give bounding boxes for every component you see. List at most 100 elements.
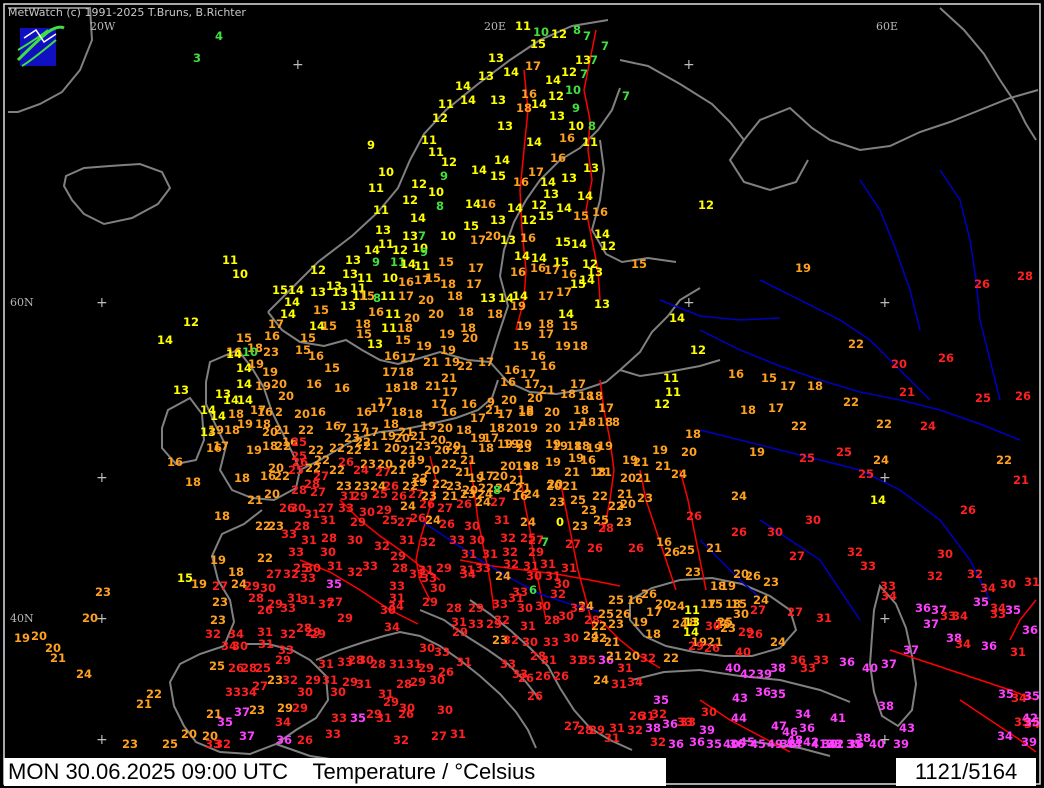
temperature-value: 26 [938, 351, 955, 365]
temperature-value: 7 [622, 89, 631, 103]
temperature-value: 21 [706, 541, 723, 555]
temperature-value: 19 [246, 443, 263, 457]
temperature-value: 32 [393, 733, 410, 747]
temperature-value: 19 [597, 439, 614, 453]
graticule-cross: + [683, 57, 695, 73]
temperature-value: 30 [733, 607, 750, 621]
temperature-value: 15 [573, 209, 590, 223]
temperature-value: 14 [494, 153, 511, 167]
temperature-value: 11 [515, 19, 532, 33]
temperature-value: 33 [225, 685, 242, 699]
temperature-value: 20 [262, 425, 279, 439]
temperature-value: 8 [573, 23, 582, 37]
temperature-value: 7 [580, 67, 589, 81]
temperature-value: 28 [291, 483, 308, 497]
temperature-value: 16 [310, 405, 327, 419]
status-bar-left: MON 30.06.2025 09:00 UTC Temperature / °… [4, 758, 666, 786]
temperature-value: 14 [545, 73, 562, 87]
temperature-value: 21 [633, 455, 650, 469]
temperature-value: 30 [805, 513, 822, 527]
temperature-value: 21 [899, 385, 916, 399]
temperature-value: 37 [923, 617, 940, 631]
temperature-value: 24 [669, 599, 686, 613]
temperature-value: 33 [826, 737, 843, 751]
temperature-value: 19 [510, 299, 527, 313]
temperature-value: 9 [367, 138, 376, 152]
temperature-value: 22 [274, 469, 291, 483]
temperature-value: 18 [572, 339, 589, 353]
temperature-value: 30 [526, 569, 543, 583]
temperature-value: 21 [390, 463, 407, 477]
lat-label-40n: 40N [10, 612, 34, 625]
temperature-value: 19 [416, 339, 433, 353]
temperature-value: 28 [598, 521, 615, 535]
temperature-value: 33 [475, 561, 492, 575]
temperature-value: 16 [334, 381, 351, 395]
temperature-value: 20 [278, 389, 295, 403]
temperature-value: 26 [297, 733, 314, 747]
temperature-value: 15 [463, 219, 480, 233]
temperature-value: 23 [415, 439, 432, 453]
temperature-value: 25 [291, 435, 308, 449]
temperature-value: 11 [373, 203, 390, 217]
temperature-value: 9 [572, 101, 581, 115]
temperature-value: 20 [501, 393, 518, 407]
temperature-value: 26 [553, 669, 570, 683]
temperature-value: 14 [669, 311, 686, 325]
temperature-value: 12 [600, 239, 617, 253]
temperature-value: 29 [337, 611, 354, 625]
temperature-value: 26 [1015, 389, 1032, 403]
temperature-value: 26 [974, 277, 991, 291]
temperature-value: 19 [439, 327, 456, 341]
temperature-value: 29 [452, 625, 469, 639]
temperature-value: 37 [234, 705, 251, 719]
temperature-value: 16 [384, 349, 401, 363]
temperature-value: 26 [664, 545, 681, 559]
coast-kola [619, 59, 1039, 152]
temperature-value: 20 [462, 331, 479, 345]
status-datetime: MON 30.06.2025 09:00 UTC [8, 759, 289, 784]
temperature-value: 31 [482, 547, 499, 561]
temperature-value: 25 [209, 659, 226, 673]
temperature-value: 19 [720, 579, 737, 593]
temperature-value: 13 [342, 267, 359, 281]
temperature-value: 35 [770, 687, 787, 701]
temperature-value: 22 [329, 441, 346, 455]
temperature-value: 32 [550, 587, 567, 601]
temperature-value: 32 [967, 567, 984, 581]
temperature-value: 42 [740, 667, 757, 681]
temperature-value: 7 [590, 53, 599, 67]
temperature-value: 14 [531, 97, 548, 111]
temperature-value: 22 [791, 419, 808, 433]
temperature-value: 22 [843, 395, 860, 409]
temperature-value: 32 [420, 535, 437, 549]
temperature-value: 23 [249, 703, 266, 717]
temperature-value: 16 [513, 175, 530, 189]
temperature-value: 17 [398, 289, 415, 303]
temperature-value: 29 [275, 653, 292, 667]
temperature-value: 36 [662, 717, 679, 731]
temperature-value: 13 [583, 161, 600, 175]
temperature-value: 13 [478, 69, 495, 83]
temperature-value: 17 [400, 351, 417, 365]
temperature-value: 23 [572, 519, 589, 533]
temperature-value: 21 [564, 465, 581, 479]
temperature-value: 19 [522, 421, 539, 435]
temperature-value: 32 [927, 569, 944, 583]
temperature-value: 24 [920, 419, 937, 433]
temperature-value: 10 [428, 185, 445, 199]
temperature-value: 16 [308, 349, 325, 363]
temperature-value: 15 [321, 319, 338, 333]
temperature-value: 7 [601, 39, 610, 53]
temperature-value: 21 [596, 465, 613, 479]
graticule-cross: + [879, 611, 891, 627]
temperature-value: 33 [338, 501, 355, 515]
temperature-value: 24 [770, 635, 787, 649]
temperature-value: 16 [206, 441, 223, 455]
temperature-value: 34 [955, 637, 972, 651]
temperature-value: 19 [191, 577, 208, 591]
temperature-value: 18 [447, 289, 464, 303]
temperature-value: 19 [210, 553, 227, 567]
temperature-value: 34 [460, 567, 477, 581]
temperature-value: 13 [490, 93, 507, 107]
